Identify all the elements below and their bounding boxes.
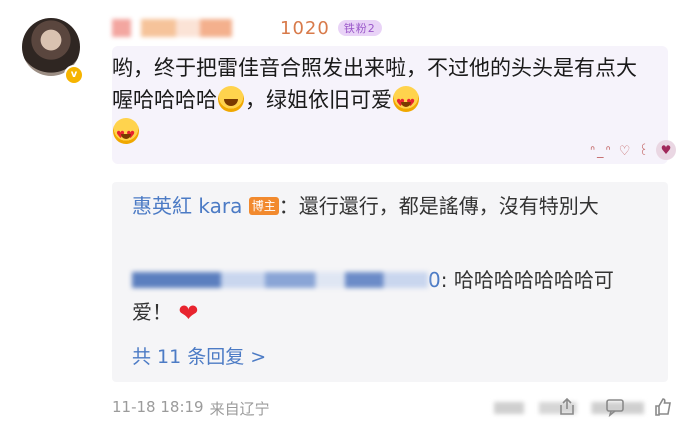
decorative-heart-icon: ♥ [656,140,676,160]
fan-badge: 铁粉2 [337,20,382,36]
red-heart-icon: ❤ [178,299,199,327]
reply-item[interactable]: 惠英紅 kara 博主 ：還行還行，都是謠傳，沒有特別大 [132,190,652,222]
username-suffix: 1020 [280,17,330,39]
comment-timestamp: 11-18 18:19 [112,398,204,416]
heart-eyes-emoji-icon [113,118,139,152]
reply-author-suffix[interactable]: 0 [428,268,441,292]
comment-footer: 11-18 18:19 来自辽宁 [112,398,270,419]
share-icon[interactable] [556,396,578,418]
comment-username[interactable]: 1020 铁粉2 [112,16,382,40]
blurred-reply-author[interactable] [132,272,428,288]
blurred-username [112,19,272,37]
like-icon[interactable] [652,396,674,418]
heart-eyes-emoji-icon [393,86,419,120]
comment-icon[interactable] [604,396,626,418]
action-bar [556,396,674,418]
verified-icon: v [64,65,84,85]
host-badge: 博主 [248,197,279,215]
more-replies-link[interactable]: 共 11 条回复 > [132,342,266,369]
reply-author[interactable]: 惠英紅 kara [132,194,242,218]
reply-text: ：還行還行，都是謠傳，沒有特別大 [278,194,599,218]
reply-item[interactable]: 0: 哈哈哈哈哈哈哈可爱！ ❤ [132,264,652,329]
comment-location: 来自辽宁 [209,400,270,418]
laughing-emoji-icon [218,86,244,112]
comment-text-part2: ，绿姐依旧可爱 [245,88,392,112]
comment-text: 哟，终于把雷佳音合照发出来啦，不过他的头头是有点大喔哈哈哈哈 ，绿姐依旧可爱 [112,52,652,152]
